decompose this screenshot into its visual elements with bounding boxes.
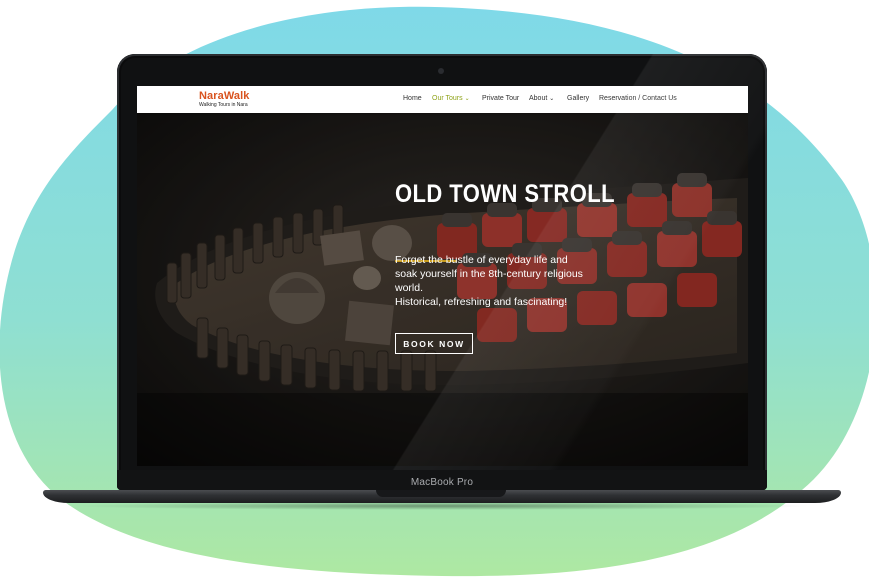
laptop-screen: NaraWalk Walking Tours in Nara Home Our … (137, 86, 748, 466)
nav-item-about[interactable]: About ⌄ (529, 95, 554, 102)
nav-item-private-tour[interactable]: Private Tour (482, 95, 519, 102)
nav-item-home[interactable]: Home (403, 95, 422, 102)
logo-subtitle: Walking Tours in Nara (199, 102, 248, 108)
site-header: NaraWalk Walking Tours in Nara Home Our … (137, 86, 748, 113)
laptop-notch (376, 490, 506, 497)
hero-text-line: Forget the bustle of everyday life and (395, 254, 568, 266)
hero-text-line: world. (395, 282, 424, 294)
nav-item-reservation-contact[interactable]: Reservation / Contact Us (599, 95, 677, 102)
logo-title[interactable]: NaraWalk (199, 90, 250, 102)
nav-item-gallery[interactable]: Gallery (567, 95, 589, 102)
hero-title: OLD TOWN STROLL (395, 180, 616, 208)
model-label: MacBook Pro (410, 477, 474, 488)
nav-item-our-tours[interactable]: Our Tours ⌄ (432, 95, 470, 102)
chevron-down-icon: ⌄ (464, 96, 470, 102)
hero-text-line: Historical, refreshing and fascinating! (395, 296, 568, 308)
book-now-button[interactable]: BOOK NOW (395, 333, 473, 354)
hero-text-line: soak yourself in the 8th-century religio… (395, 268, 583, 280)
chevron-down-icon: ⌄ (549, 96, 555, 102)
camera-icon (438, 68, 444, 74)
laptop-shadow (70, 502, 814, 510)
hero-description: Forget the bustle of everyday life and s… (395, 253, 615, 309)
